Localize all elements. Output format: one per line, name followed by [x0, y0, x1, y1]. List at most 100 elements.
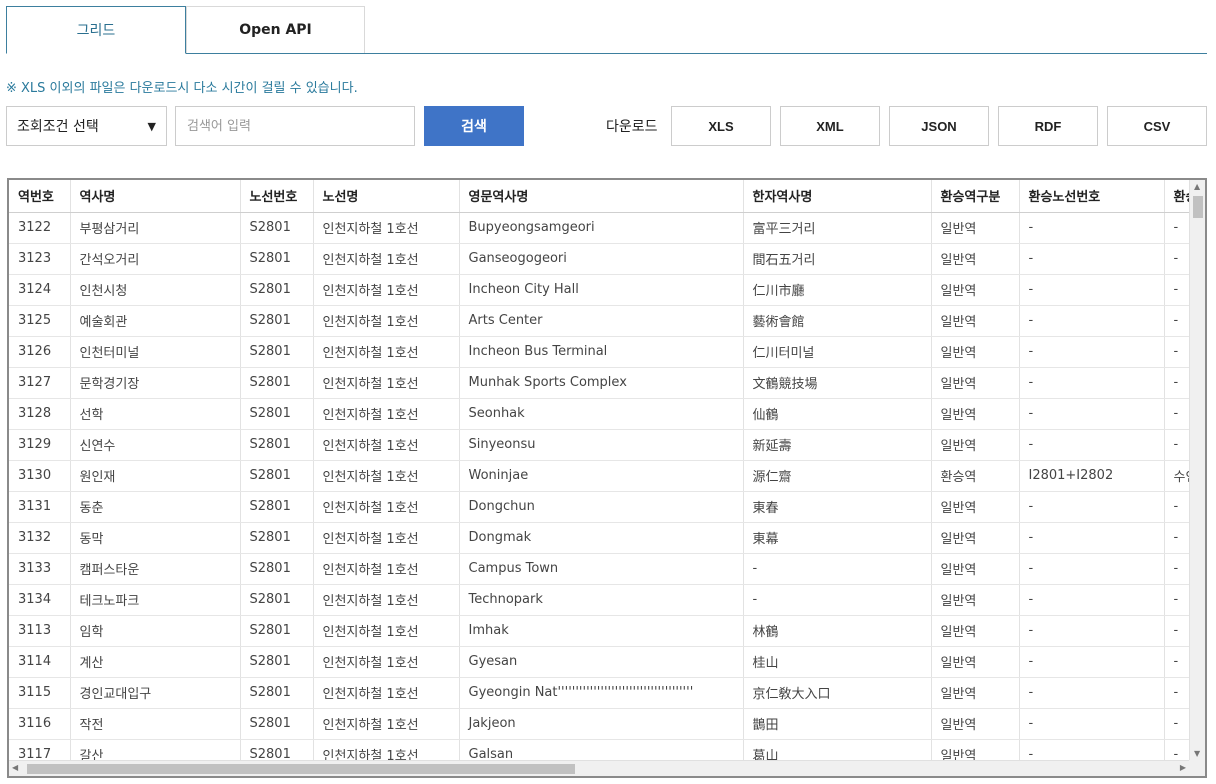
table-cell: Sinyeonsu	[459, 429, 744, 461]
table-cell: -	[1164, 646, 1189, 678]
table-row[interactable]: 3125 예술회관 S2801 인천지하철 1호선 Arts Center 藝術會館 일반역…	[9, 305, 1189, 337]
table-cell: S2801	[240, 615, 314, 647]
scrollbar-corner	[1189, 760, 1205, 776]
table-cell: -	[1019, 708, 1165, 740]
table-row[interactable]: 3128 선학 S2801 인천지하철 1호선 Seonhak 仙鶴 일반역 - -	[9, 398, 1189, 430]
table-cell: -	[1019, 553, 1165, 585]
table-cell: 葛山	[743, 739, 932, 760]
table-cell: -	[1164, 305, 1189, 337]
table-cell: 일반역	[931, 398, 1020, 430]
table-cell: Imhak	[459, 615, 744, 647]
table-cell: 일반역	[931, 212, 1020, 244]
table-cell: Seonhak	[459, 398, 744, 430]
table-row[interactable]: 3126 인천터미널 S2801 인천지하철 1호선 Incheon Bus Termi…	[9, 336, 1189, 368]
table-cell: -	[1164, 739, 1189, 760]
table-cell: 일반역	[931, 274, 1020, 306]
scroll-left-icon[interactable]: ◀	[12, 763, 18, 772]
table-cell: -	[1019, 367, 1165, 399]
table-cell: 東春	[743, 491, 932, 523]
download-xls-button[interactable]: XLS	[671, 106, 771, 146]
column-header[interactable]: 한자역사명	[743, 180, 932, 213]
table-cell: 3134	[9, 584, 71, 616]
column-header[interactable]: 노선번호	[240, 180, 314, 213]
column-header[interactable]: 영문역사명	[459, 180, 744, 213]
table-row[interactable]: 3127 문학경기장 S2801 인천지하철 1호선 Munhak Sports Com…	[9, 367, 1189, 399]
table-cell: -	[1019, 739, 1165, 760]
search-condition-value: 조회조건 선택	[17, 119, 99, 135]
table-cell: S2801	[240, 677, 314, 709]
table-cell: S2801	[240, 522, 314, 554]
table-cell: -	[1019, 584, 1165, 616]
column-header[interactable]: 노선명	[313, 180, 460, 213]
table-cell: 3128	[9, 398, 71, 430]
scroll-up-icon[interactable]: ▲	[1194, 182, 1200, 191]
table-cell: S2801	[240, 429, 314, 461]
search-input[interactable]	[175, 106, 415, 146]
table-row[interactable]: 3132 동막 S2801 인천지하철 1호선 Dongmak 東幕 일반역 - -	[9, 522, 1189, 554]
tab-open-api[interactable]: Open API	[186, 6, 365, 53]
download-label: 다운로드	[606, 119, 658, 135]
table-cell: 인천지하철 1호선	[313, 212, 460, 244]
table-row[interactable]: 3114 계산 S2801 인천지하철 1호선 Gyesan 桂山 일반역 - -	[9, 646, 1189, 678]
table-cell: -	[1019, 491, 1165, 523]
scroll-right-icon[interactable]: ▶	[1180, 763, 1186, 772]
table-cell: 新延壽	[743, 429, 932, 461]
table-cell: Dongchun	[459, 491, 744, 523]
table-cell: Technopark	[459, 584, 744, 616]
table-cell: -	[1164, 429, 1189, 461]
table-row[interactable]: 3117 갈산 S2801 인천지하철 1호선 Galsan 葛山 일반역 - -	[9, 739, 1189, 760]
search-condition-select[interactable]: 조회조건 선택 ▼	[6, 106, 167, 146]
table-cell: 仁川市廳	[743, 274, 932, 306]
table-row[interactable]: 3124 인천시청 S2801 인천지하철 1호선 Incheon City Hall 仁…	[9, 274, 1189, 306]
scroll-down-icon[interactable]: ▼	[1194, 749, 1200, 758]
horizontal-scroll-thumb[interactable]	[27, 764, 575, 774]
table-row[interactable]: 3115 경인교대입구 S2801 인천지하철 1호선 Gyeongin Nat''''…	[9, 677, 1189, 709]
table-cell: 林鶴	[743, 615, 932, 647]
vertical-scroll-thumb[interactable]	[1193, 196, 1203, 218]
table-row[interactable]: 3134 테크노파크 S2801 인천지하철 1호선 Technopark - 일반역 - -	[9, 584, 1189, 616]
download-rdf-button[interactable]: RDF	[998, 106, 1098, 146]
table-cell: S2801	[240, 491, 314, 523]
table-row[interactable]: 3123 간석오거리 S2801 인천지하철 1호선 Ganseogogeori 間石五거…	[9, 243, 1189, 275]
table-cell: 경인교대입구	[70, 677, 241, 709]
table-cell: S2801	[240, 274, 314, 306]
search-button[interactable]: 검색	[424, 106, 524, 146]
table-cell: 3130	[9, 460, 71, 492]
vertical-scrollbar[interactable]: ▲ ▼	[1189, 180, 1205, 760]
table-cell: 3132	[9, 522, 71, 554]
download-csv-button[interactable]: CSV	[1107, 106, 1207, 146]
table-cell: Bupyeongsamgeori	[459, 212, 744, 244]
table-row[interactable]: 3131 동춘 S2801 인천지하철 1호선 Dongchun 東春 일반역 - -	[9, 491, 1189, 523]
table-row[interactable]: 3129 신연수 S2801 인천지하철 1호선 Sinyeonsu 新延壽 일반역 - -	[9, 429, 1189, 461]
table-cell: 일반역	[931, 336, 1020, 368]
table-cell: 임학	[70, 615, 241, 647]
download-xml-button[interactable]: XML	[780, 106, 880, 146]
table-cell: 3117	[9, 739, 71, 760]
column-header[interactable]: 환승	[1164, 180, 1189, 213]
horizontal-scrollbar[interactable]: ◀ ▶	[9, 760, 1189, 776]
column-header[interactable]: 환승노선번호	[1019, 180, 1165, 213]
table-row[interactable]: 3113 임학 S2801 인천지하철 1호선 Imhak 林鶴 일반역 - -	[9, 615, 1189, 647]
table-cell: -	[1019, 646, 1165, 678]
download-json-button[interactable]: JSON	[889, 106, 989, 146]
table-cell: 일반역	[931, 553, 1020, 585]
table-row[interactable]: 3122 부평삼거리 S2801 인천지하철 1호선 Bupyeongsamgeori 富…	[9, 212, 1189, 244]
table-row[interactable]: 3130 원인재 S2801 인천지하철 1호선 Woninjae 源仁齋 환승역 I2801…	[9, 460, 1189, 492]
table-cell: 일반역	[931, 615, 1020, 647]
column-header[interactable]: 역번호	[9, 180, 71, 213]
column-header[interactable]: 역사명	[70, 180, 241, 213]
table-row[interactable]: 3116 작전 S2801 인천지하철 1호선 Jakjeon 鵲田 일반역 - -	[9, 708, 1189, 740]
column-header[interactable]: 환승역구분	[931, 180, 1020, 213]
table-cell: 3129	[9, 429, 71, 461]
table-cell: 인천지하철 1호선	[313, 367, 460, 399]
table-cell: 3114	[9, 646, 71, 678]
tab-grid[interactable]: 그리드	[6, 6, 186, 54]
table-row[interactable]: 3133 캠퍼스타운 S2801 인천지하철 1호선 Campus Town - 일반역 - -	[9, 553, 1189, 585]
table-cell: 인천지하철 1호선	[313, 305, 460, 337]
table-cell: 간석오거리	[70, 243, 241, 275]
table-cell: S2801	[240, 708, 314, 740]
table-cell: 인천지하철 1호선	[313, 677, 460, 709]
table-cell: 3133	[9, 553, 71, 585]
table-cell: S2801	[240, 212, 314, 244]
table-cell: S2801	[240, 367, 314, 399]
